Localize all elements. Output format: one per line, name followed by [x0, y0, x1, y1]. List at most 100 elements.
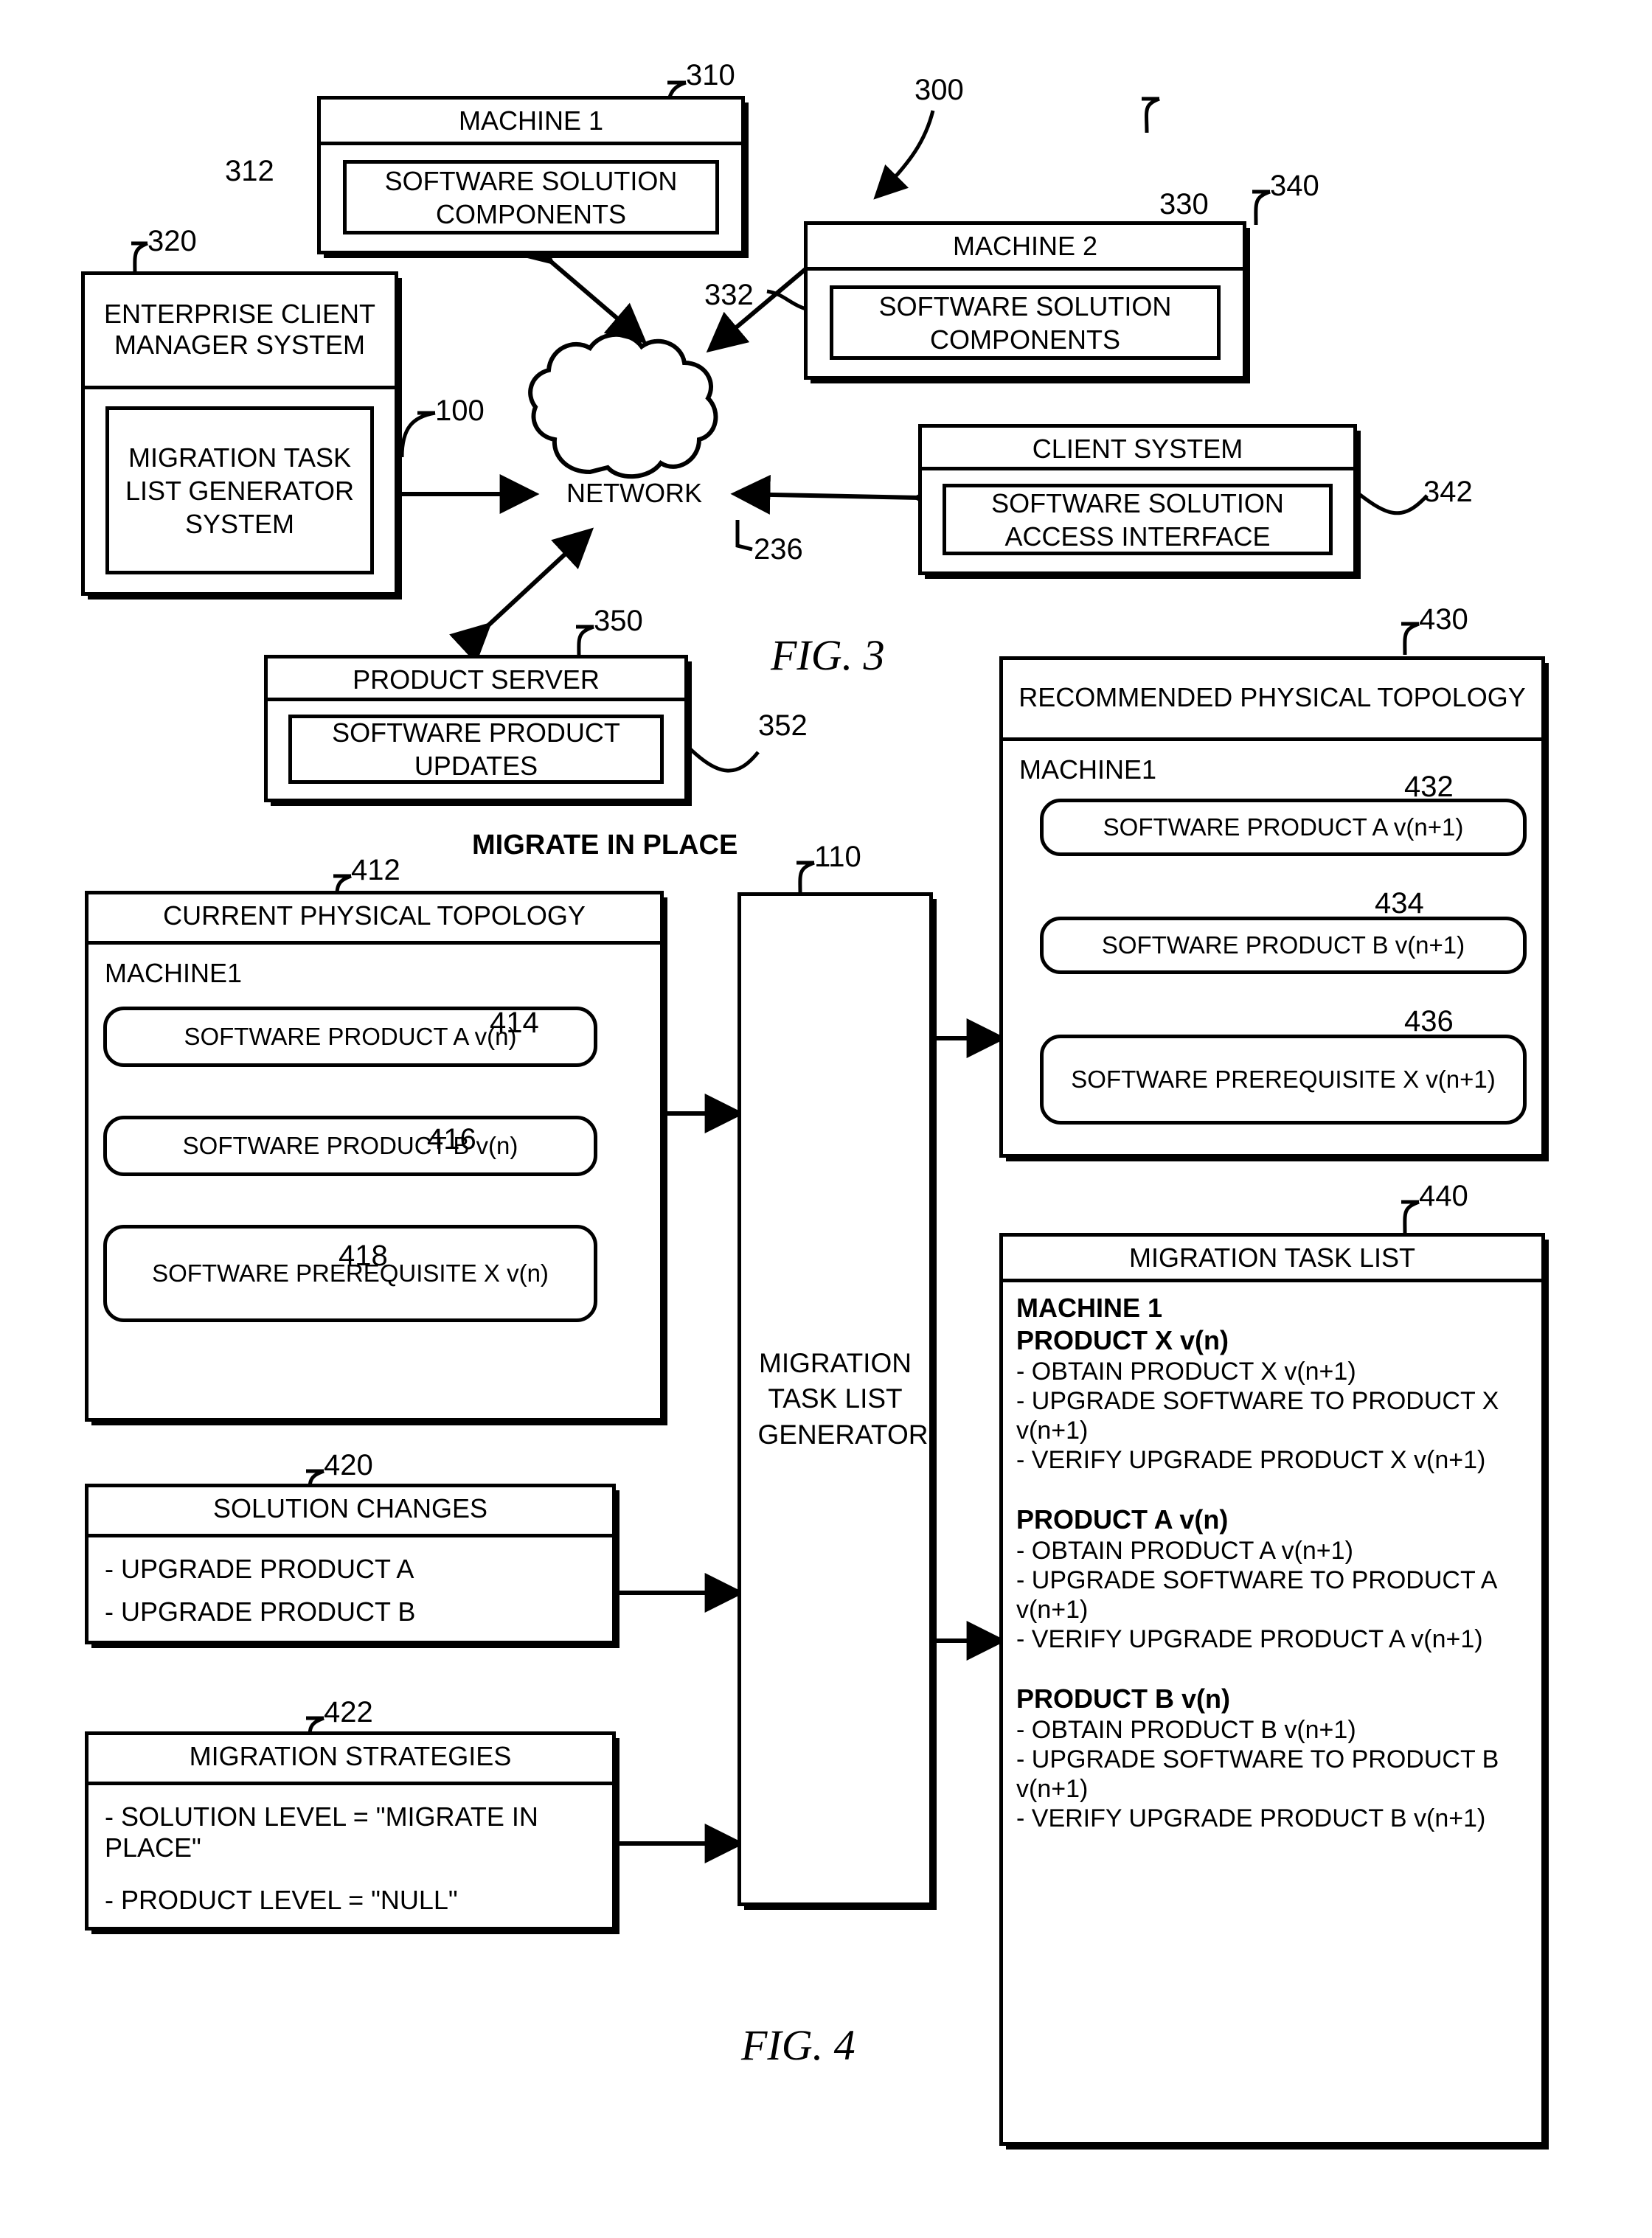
patent-figure-sheet: MACHINE 1 SOFTWARE SOLUTION COMPONENTS 3…: [0, 0, 1652, 2238]
ref-110: 110: [814, 841, 861, 873]
ref-432: 432: [1404, 771, 1454, 803]
machine1-title: MACHINE 1: [321, 100, 741, 145]
software-solution-access-interface: SOFTWARE SOLUTION ACCESS INTERFACE: [943, 484, 1333, 555]
ref-416: 416: [427, 1123, 476, 1156]
migration-task-list-generator-box: MIGRATION TASK LIST GENERATOR: [738, 892, 933, 1906]
task-group-1-task-1: - UPGRADE SOFTWARE TO PRODUCT A v(n+1): [1016, 1565, 1496, 1624]
client-system-title: CLIENT SYSTEM: [922, 428, 1353, 470]
ref-420: 420: [324, 1449, 373, 1481]
recommended-item-product-b: SOFTWARE PRODUCT B v(n+1): [1040, 917, 1527, 974]
current-item-product-a-label: SOFTWARE PRODUCT A v(n): [184, 1023, 517, 1051]
fig3-label: FIG. 3: [771, 631, 885, 679]
solution-changes-item-0: - UPGRADE PRODUCT A: [105, 1554, 414, 1584]
machine2-box: MACHINE 2 SOFTWARE SOLUTION COMPONENTS: [804, 221, 1246, 380]
mtlg-system-label: MIGRATION TASK LIST GENERATOR SYSTEM: [125, 442, 355, 539]
task-group-0-task-1: - UPGRADE SOFTWARE TO PRODUCT X v(n+1): [1016, 1387, 1499, 1445]
leader-110: [798, 861, 815, 894]
solution-changes-title: SOLUTION CHANGES: [88, 1487, 612, 1537]
software-product-updates: SOFTWARE PRODUCT UPDATES: [288, 715, 664, 784]
arrow-productserver-network: [449, 527, 594, 664]
task-group-1-task-0: - OBTAIN PRODUCT A v(n+1): [1016, 1536, 1353, 1565]
arrow-client-network: [730, 474, 952, 518]
recommended-item-product-b-label: SOFTWARE PRODUCT B v(n+1): [1101, 931, 1465, 959]
migrate-in-place-banner: MIGRATE IN PLACE: [472, 830, 738, 861]
ssai-label: SOFTWARE SOLUTION ACCESS INTERFACE: [991, 487, 1284, 552]
ref-418: 418: [339, 1240, 388, 1272]
migration-task-list-box: MIGRATION TASK LIST MACHINE 1 PRODUCT X …: [999, 1233, 1545, 2146]
machine1-components-label: SOFTWARE SOLUTION COMPONENTS: [384, 165, 678, 229]
leader-236: [735, 520, 753, 552]
task-group-1-task-2: - VERIFY UPGRADE PRODUCT A v(n+1): [1016, 1625, 1483, 1654]
machine2-title: MACHINE 2: [808, 225, 1243, 271]
leader-350: [577, 625, 594, 659]
ref-100: 100: [435, 395, 485, 427]
machine2-components-label: SOFTWARE SOLUTION COMPONENTS: [878, 291, 1172, 355]
enterprise-client-manager-box: ENTERPRISE CLIENT MANAGER SYSTEM MIGRATI…: [81, 271, 398, 596]
recommended-item-prereq-x-label: SOFTWARE PREREQUISITE X v(n+1): [1071, 1066, 1496, 1094]
current-topology-title: CURRENT PHYSICAL TOPOLOGY: [88, 894, 660, 945]
migration-strategies-box: MIGRATION STRATEGIES - SOLUTION LEVEL = …: [85, 1731, 616, 1931]
machine1-components: SOFTWARE SOLUTION COMPONENTS: [343, 160, 719, 234]
leader-352: [684, 743, 760, 773]
solution-changes-box: SOLUTION CHANGES - UPGRADE PRODUCT A - U…: [85, 1484, 616, 1644]
ref-350: 350: [594, 605, 643, 637]
task-list-machine-heading: MACHINE 1: [1016, 1293, 1163, 1323]
leader-342: [1348, 485, 1429, 515]
arrow-machine1-network: [511, 223, 648, 344]
ref-440: 440: [1419, 1180, 1468, 1212]
recommended-topology-title: RECOMMENDED PHYSICAL TOPOLOGY: [1003, 660, 1541, 741]
task-group-2-task-0: - OBTAIN PRODUCT B v(n+1): [1016, 1715, 1356, 1744]
machine1-box: MACHINE 1 SOFTWARE SOLUTION COMPONENTS: [317, 96, 745, 254]
task-list-body: MACHINE 1 PRODUCT X v(n) - OBTAIN PRODUC…: [1016, 1293, 1531, 2135]
ref-320: 320: [148, 225, 197, 257]
task-group-0-task-2: - VERIFY UPGRADE PRODUCT X v(n+1): [1016, 1446, 1486, 1475]
fig4-label: FIG. 4: [741, 2021, 856, 2069]
recommended-item-product-a: SOFTWARE PRODUCT A v(n+1): [1040, 799, 1527, 856]
task-group-1-heading: PRODUCT A v(n): [1016, 1504, 1229, 1535]
task-group-0-heading: PRODUCT X v(n): [1016, 1325, 1229, 1356]
ref-412: 412: [351, 854, 400, 886]
leader-430: [1403, 622, 1420, 656]
ref-300: 300: [914, 74, 964, 106]
migration-strategies-item-0: - SOLUTION LEVEL = "MIGRATE IN PLACE": [105, 1801, 538, 1863]
ref-352: 352: [758, 709, 808, 742]
task-group-2-task-1: - UPGRADE SOFTWARE TO PRODUCT B v(n+1): [1016, 1745, 1499, 1803]
network-label: NETWORK: [566, 478, 702, 508]
task-group-2-heading: PRODUCT B v(n): [1016, 1683, 1230, 1714]
leader-330: [1145, 97, 1160, 133]
current-physical-topology-box: CURRENT PHYSICAL TOPOLOGY MACHINE1 SOFTW…: [85, 891, 664, 1422]
ref-422: 422: [324, 1696, 373, 1728]
migration-strategies-item-1: - PRODUCT LEVEL = "NULL": [105, 1885, 458, 1915]
generator-label: MIGRATION TASK LIST GENERATOR: [757, 1348, 929, 1450]
ref-342: 342: [1423, 476, 1473, 508]
leader-300: [873, 110, 935, 200]
leader-100: [400, 411, 436, 458]
ref-236: 236: [754, 533, 803, 566]
current-item-product-b: SOFTWARE PRODUCT B v(n): [103, 1116, 597, 1176]
ref-430: 430: [1419, 603, 1468, 636]
ref-414: 414: [490, 1007, 539, 1039]
task-list-title: MIGRATION TASK LIST: [1003, 1237, 1541, 1282]
client-system-box: CLIENT SYSTEM SOFTWARE SOLUTION ACCESS I…: [918, 424, 1357, 575]
recommended-physical-topology-box: RECOMMENDED PHYSICAL TOPOLOGY MACHINE1 S…: [999, 656, 1545, 1158]
enterprise-title: ENTERPRISE CLIENT MANAGER SYSTEM: [85, 275, 395, 389]
recommended-item-prereq-x: SOFTWARE PREREQUISITE X v(n+1): [1040, 1035, 1527, 1125]
ref-312: 312: [225, 155, 274, 187]
ref-434: 434: [1375, 887, 1424, 920]
task-group-0-task-0: - OBTAIN PRODUCT X v(n+1): [1016, 1357, 1356, 1386]
task-group-2-task-2: - VERIFY UPGRADE PRODUCT B v(n+1): [1016, 1804, 1486, 1833]
ref-332: 332: [704, 279, 754, 311]
network-cloud: [528, 332, 718, 479]
product-server-title: PRODUCT SERVER: [268, 658, 684, 701]
recommended-item-product-a-label: SOFTWARE PRODUCT A v(n+1): [1103, 813, 1464, 841]
ref-330: 330: [1159, 188, 1209, 220]
machine2-components: SOFTWARE SOLUTION COMPONENTS: [830, 285, 1221, 360]
leader-340: [1254, 190, 1271, 226]
recommended-topology-machine-label: MACHINE1: [1019, 754, 1157, 785]
migration-task-list-generator-system: MIGRATION TASK LIST GENERATOR SYSTEM: [105, 406, 374, 574]
solution-changes-item-1: - UPGRADE PRODUCT B: [105, 1596, 416, 1627]
spu-label: SOFTWARE PRODUCT UPDATES: [332, 717, 620, 781]
migration-strategies-title: MIGRATION STRATEGIES: [88, 1735, 612, 1785]
ref-340: 340: [1270, 170, 1319, 202]
ref-436: 436: [1404, 1005, 1454, 1038]
